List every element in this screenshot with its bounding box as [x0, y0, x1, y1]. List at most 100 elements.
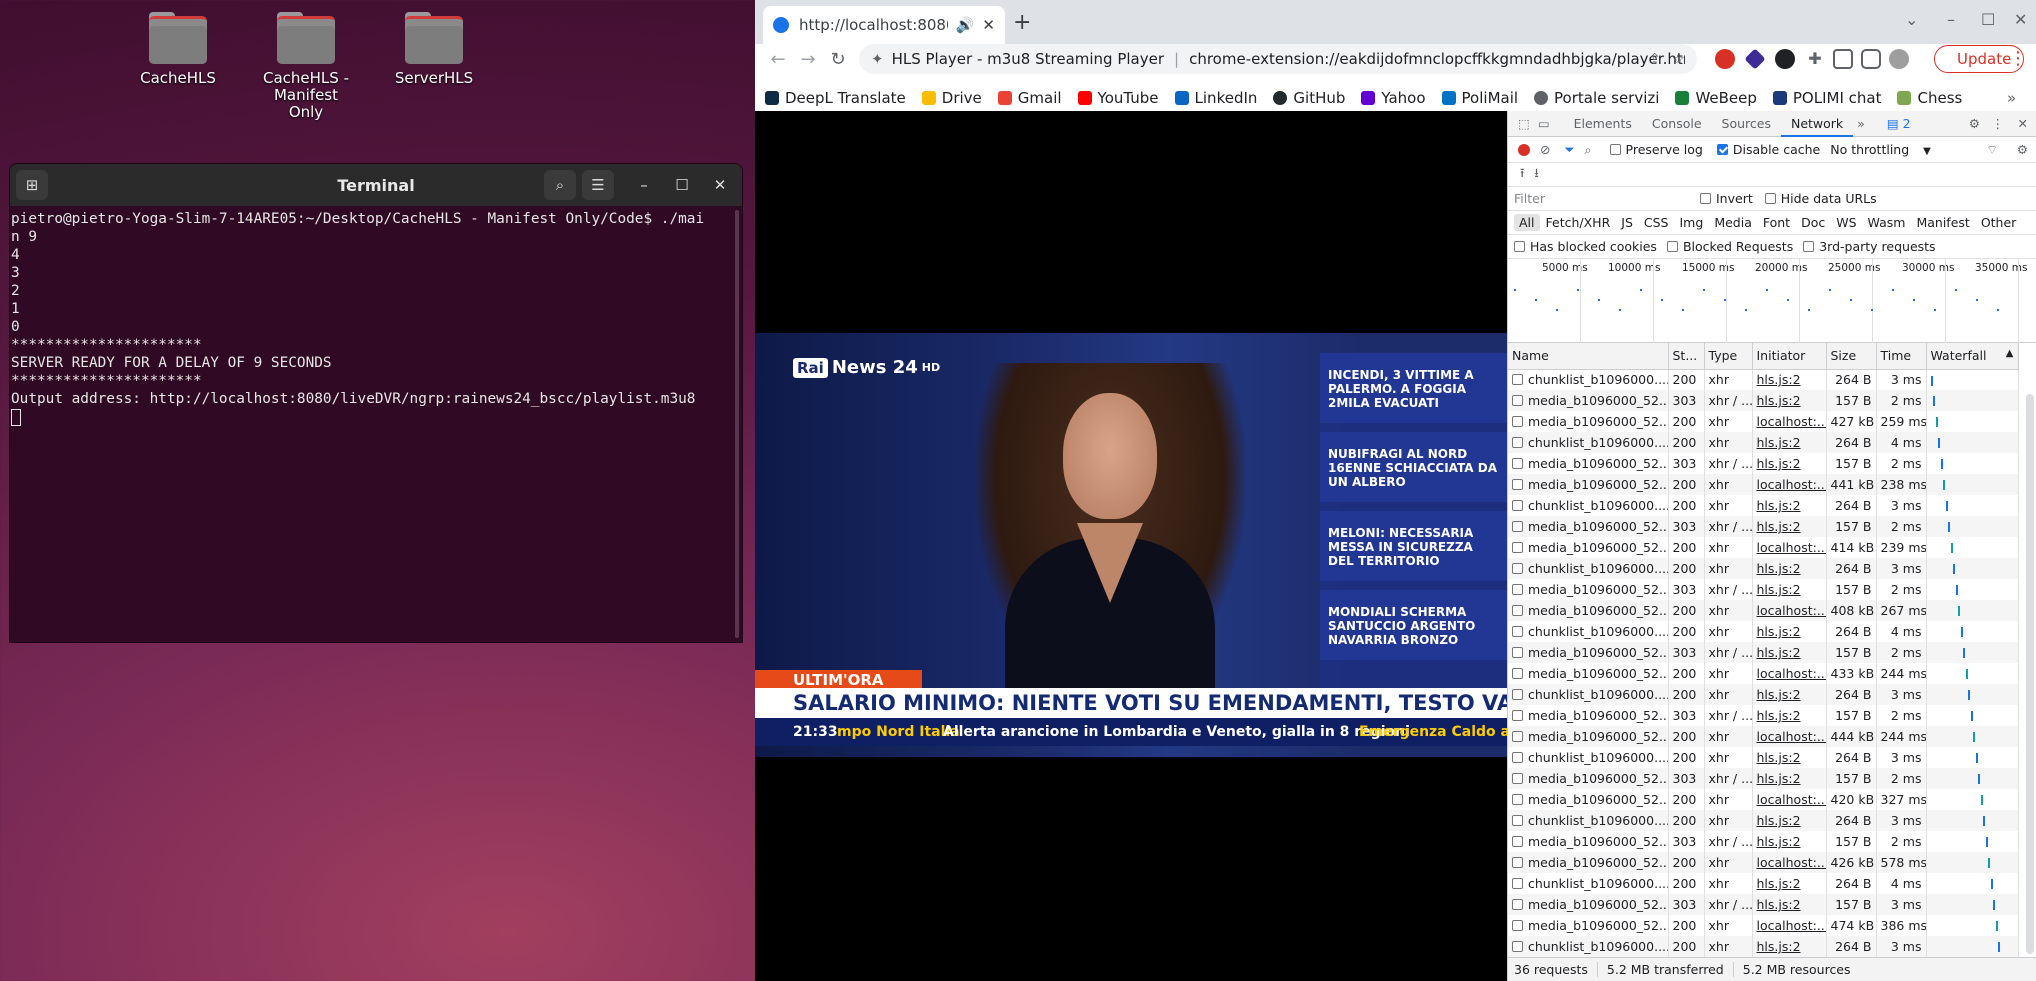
table-row[interactable]: media_b1096000_52... 303 xhr / ... hls.js:2…	[1508, 642, 2019, 663]
row-checkbox[interactable]	[1512, 899, 1523, 910]
inspect-icon[interactable]: ⬚	[1518, 116, 1530, 131]
bookmark-yahoo[interactable]: Yahoo	[1361, 89, 1426, 107]
table-row[interactable]: chunklist_b1096000.... 200 xhr hls.js:2 264 …	[1508, 810, 2019, 831]
desktop-folder-serverhls[interactable]: ServerHLS	[369, 2, 499, 87]
cell-initiator[interactable]: localhost:...	[1752, 789, 1827, 810]
table-row[interactable]: media_b1096000_52... 200 xhr localhost:... 4…	[1508, 852, 2019, 873]
network-conditions-icon[interactable]: ⌔	[1986, 142, 1998, 158]
cell-initiator[interactable]: localhost:...	[1752, 852, 1827, 873]
row-checkbox[interactable]	[1512, 542, 1523, 553]
table-row[interactable]: chunklist_b1096000.... 200 xhr hls.js:2 264 …	[1508, 495, 2019, 516]
table-row[interactable]: media_b1096000_52... 200 xhr localhost:... 4…	[1508, 411, 2019, 432]
bookmark-polimail[interactable]: PoliMail	[1441, 89, 1518, 107]
cell-initiator[interactable]: hls.js:2	[1752, 369, 1827, 390]
menu-icon[interactable]: ☰	[582, 170, 614, 200]
row-checkbox[interactable]	[1512, 752, 1523, 763]
minimize-icon[interactable]: –	[628, 170, 660, 200]
more-bookmarks-icon[interactable]: »	[2007, 89, 2016, 107]
blocked-requests-checkbox[interactable]: Blocked Requests	[1666, 239, 1793, 254]
table-row[interactable]: chunklist_b1096000.... 200 xhr hls.js:2 264 …	[1508, 432, 2019, 453]
more-tabs-icon[interactable]: »	[1857, 116, 1865, 131]
table-row[interactable]: media_b1096000_52... 200 xhr localhost:... 4…	[1508, 789, 2019, 810]
column-size[interactable]: Size	[1826, 343, 1877, 370]
table-row[interactable]: chunklist_b1096000.... 200 xhr hls.js:2 264 …	[1508, 684, 2019, 705]
cell-initiator[interactable]: hls.js:2	[1752, 936, 1827, 957]
close-icon[interactable]: ✕	[704, 170, 736, 200]
maximize-icon[interactable]: ☐	[1981, 10, 1995, 29]
filter-input[interactable]: Filter	[1514, 191, 1700, 206]
search-icon[interactable]: ⌕	[544, 170, 576, 200]
row-checkbox[interactable]	[1512, 458, 1523, 469]
cell-initiator[interactable]: hls.js:2	[1752, 432, 1827, 453]
minimize-icon[interactable]: –	[1947, 10, 1955, 29]
filter-img[interactable]: Img	[1675, 214, 1709, 231]
row-checkbox[interactable]	[1512, 479, 1523, 490]
issues-badge[interactable]: ▤ 2	[1887, 116, 1911, 131]
filter-font[interactable]: Font	[1758, 214, 1795, 231]
row-checkbox[interactable]	[1512, 878, 1523, 889]
export-har-icon[interactable]: ⭳	[1534, 164, 1538, 185]
tab-sources[interactable]: Sources	[1712, 111, 1781, 137]
cell-initiator[interactable]: hls.js:2	[1752, 621, 1827, 642]
filter-css[interactable]: CSS	[1639, 214, 1674, 231]
row-checkbox[interactable]	[1512, 689, 1523, 700]
row-checkbox[interactable]	[1512, 584, 1523, 595]
row-checkbox[interactable]	[1512, 836, 1523, 847]
cell-initiator[interactable]: localhost:...	[1752, 474, 1827, 495]
cell-initiator[interactable]: hls.js:2	[1752, 894, 1827, 915]
bookmark-deepl[interactable]: DeepL Translate	[765, 89, 906, 107]
terminal-output[interactable]: pietro@pietro-Yoga-Slim-7-14ARE05:~/Desk…	[10, 206, 742, 426]
import-har-icon[interactable]: ⭱	[1520, 164, 1524, 185]
table-row[interactable]: media_b1096000_52... 303 xhr / ... hls.js:2…	[1508, 453, 2019, 474]
hide-data-urls-checkbox[interactable]: Hide data URLs	[1764, 191, 1877, 206]
table-row[interactable]: chunklist_b1096000.... 200 xhr hls.js:2 264 …	[1508, 621, 2019, 642]
browser-tab[interactable]: http://localhost:8080/ 🔊 ✕	[763, 6, 1005, 44]
video-player[interactable]: Rai News 24 HD INCENDI, 3 VITTIME A PALE…	[755, 111, 1507, 981]
settings-gear-icon[interactable]: ⚙	[1969, 116, 1980, 131]
row-checkbox[interactable]	[1512, 857, 1523, 868]
table-row[interactable]: chunklist_b1096000.... 200 xhr hls.js:2 264 …	[1508, 558, 2019, 579]
new-tab-button[interactable]: +	[1013, 10, 1031, 35]
browser-menu-icon[interactable]: ⋮	[2009, 48, 2027, 69]
cell-initiator[interactable]: hls.js:2	[1752, 579, 1827, 600]
filter-manifest[interactable]: Manifest	[1911, 214, 1974, 231]
cell-initiator[interactable]: localhost:...	[1752, 663, 1827, 684]
cell-initiator[interactable]: hls.js:2	[1752, 516, 1827, 537]
column-time[interactable]: Time	[1876, 343, 1927, 370]
table-row[interactable]: media_b1096000_52... 200 xhr localhost:... 4…	[1508, 600, 2019, 621]
row-checkbox[interactable]	[1512, 668, 1523, 679]
row-checkbox[interactable]	[1512, 395, 1523, 406]
cell-initiator[interactable]: hls.js:2	[1752, 390, 1827, 411]
close-devtools-icon[interactable]: ✕	[2018, 116, 2028, 131]
row-checkbox[interactable]	[1512, 563, 1523, 574]
filter-js[interactable]: JS	[1616, 214, 1638, 231]
row-checkbox[interactable]	[1512, 626, 1523, 637]
profile-avatar[interactable]	[1889, 49, 1909, 69]
filter-wasm[interactable]: Wasm	[1863, 214, 1911, 231]
table-row[interactable]: media_b1096000_52... 200 xhr localhost:... 4…	[1508, 663, 2019, 684]
opera-extension-icon[interactable]	[1715, 49, 1735, 69]
devtools-menu-icon[interactable]: ⋮	[1992, 116, 2005, 131]
table-row[interactable]: chunklist_b1096000.... 200 xhr hls.js:2 264 …	[1508, 747, 2019, 768]
bookmark-github[interactable]: GitHub	[1273, 89, 1345, 107]
share-icon[interactable]: ⇪	[1648, 50, 1661, 68]
terminal-window[interactable]: ⊞ Terminal ⌕ ☰ – ☐ ✕ pietro@pietro-Yoga-…	[9, 163, 743, 643]
table-row[interactable]: media_b1096000_52... 303 xhr / ... hls.js:2…	[1508, 705, 2019, 726]
bookmark-polimi-chat[interactable]: POLIMI chat	[1772, 89, 1881, 107]
cell-initiator[interactable]: hls.js:2	[1752, 495, 1827, 516]
table-row[interactable]: media_b1096000_52... 303 xhr / ... hls.js:2…	[1508, 579, 2019, 600]
has-blocked-cookies-checkbox[interactable]: Has blocked cookies	[1514, 239, 1657, 254]
table-row[interactable]: media_b1096000_52... 303 xhr / ... hls.js:2…	[1508, 894, 2019, 915]
tab-search-icon[interactable]: ⌄	[1905, 10, 1918, 29]
filter-fetch-xhr[interactable]: Fetch/XHR	[1541, 214, 1616, 231]
filter-other[interactable]: Other	[1976, 214, 2022, 231]
tab-network[interactable]: Network	[1780, 111, 1854, 137]
table-row[interactable]: media_b1096000_52... 200 xhr localhost:... 4…	[1508, 915, 2019, 936]
row-checkbox[interactable]	[1512, 647, 1523, 658]
cell-initiator[interactable]: hls.js:2	[1752, 705, 1827, 726]
cell-initiator[interactable]: hls.js:2	[1752, 873, 1827, 894]
table-row[interactable]: media_b1096000_52... 200 xhr localhost:... 4…	[1508, 726, 2019, 747]
row-checkbox[interactable]	[1512, 773, 1523, 784]
record-icon[interactable]	[1518, 143, 1530, 156]
row-checkbox[interactable]	[1512, 416, 1523, 427]
